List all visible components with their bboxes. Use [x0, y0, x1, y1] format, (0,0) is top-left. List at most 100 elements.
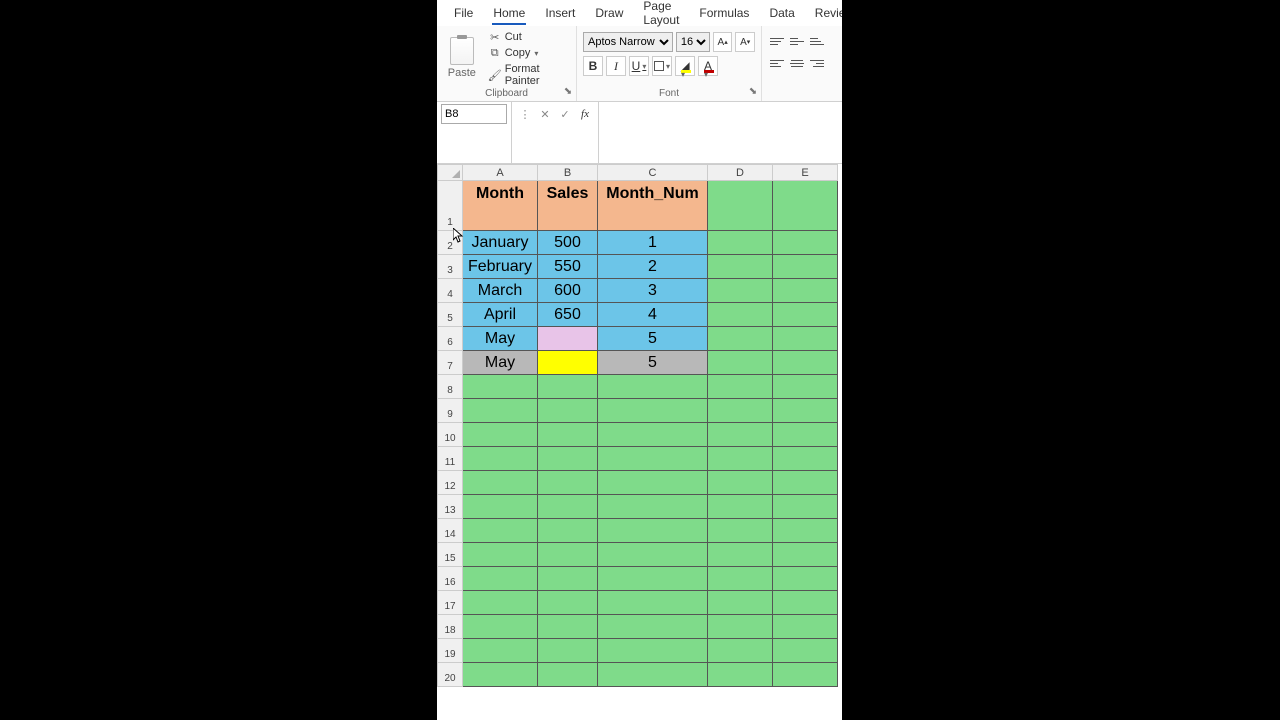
- align-left-button[interactable]: [768, 54, 786, 72]
- row-header-12[interactable]: 12: [438, 471, 463, 495]
- cell-A2[interactable]: January: [463, 231, 538, 255]
- cell-D6[interactable]: [708, 327, 773, 351]
- cell-A19[interactable]: [463, 639, 538, 663]
- tab-home[interactable]: Home: [484, 2, 534, 24]
- cell-C17[interactable]: [598, 591, 708, 615]
- cell-D10[interactable]: [708, 423, 773, 447]
- align-bottom-button[interactable]: [808, 32, 826, 50]
- cell-C16[interactable]: [598, 567, 708, 591]
- cell-D17[interactable]: [708, 591, 773, 615]
- cell-C13[interactable]: [598, 495, 708, 519]
- row-header-13[interactable]: 13: [438, 495, 463, 519]
- cell-B6[interactable]: [538, 327, 598, 351]
- cell-E17[interactable]: [773, 591, 838, 615]
- row-header-6[interactable]: 6: [438, 327, 463, 351]
- row-header-9[interactable]: 9: [438, 399, 463, 423]
- tab-insert[interactable]: Insert: [536, 2, 584, 24]
- cell-D3[interactable]: [708, 255, 773, 279]
- cell-C18[interactable]: [598, 615, 708, 639]
- cell-B13[interactable]: [538, 495, 598, 519]
- align-middle-button[interactable]: [788, 32, 806, 50]
- cell-B18[interactable]: [538, 615, 598, 639]
- row-header-19[interactable]: 19: [438, 639, 463, 663]
- row-header-14[interactable]: 14: [438, 519, 463, 543]
- cell-C14[interactable]: [598, 519, 708, 543]
- cell-E13[interactable]: [773, 495, 838, 519]
- cell-D16[interactable]: [708, 567, 773, 591]
- font-name-select[interactable]: Aptos Narrow: [583, 32, 673, 52]
- cell-A11[interactable]: [463, 447, 538, 471]
- row-header-5[interactable]: 5: [438, 303, 463, 327]
- cell-B12[interactable]: [538, 471, 598, 495]
- tab-formulas[interactable]: Formulas: [690, 2, 758, 24]
- cell-E4[interactable]: [773, 279, 838, 303]
- tab-draw[interactable]: Draw: [586, 2, 632, 24]
- cell-D4[interactable]: [708, 279, 773, 303]
- cell-C6[interactable]: 5: [598, 327, 708, 351]
- cell-B14[interactable]: [538, 519, 598, 543]
- cell-C7[interactable]: 5: [598, 351, 708, 375]
- cell-D8[interactable]: [708, 375, 773, 399]
- column-header-D[interactable]: D: [708, 165, 773, 181]
- cell-D19[interactable]: [708, 639, 773, 663]
- row-header-15[interactable]: 15: [438, 543, 463, 567]
- row-header-7[interactable]: 7: [438, 351, 463, 375]
- cell-C19[interactable]: [598, 639, 708, 663]
- cell-D9[interactable]: [708, 399, 773, 423]
- font-color-button[interactable]: A: [698, 56, 718, 76]
- formula-options-icon[interactable]: ⋮: [516, 105, 534, 123]
- cell-E3[interactable]: [773, 255, 838, 279]
- cell-E5[interactable]: [773, 303, 838, 327]
- cell-A13[interactable]: [463, 495, 538, 519]
- cell-A20[interactable]: [463, 663, 538, 687]
- cell-B11[interactable]: [538, 447, 598, 471]
- tab-review[interactable]: Review: [806, 2, 842, 24]
- cell-A15[interactable]: [463, 543, 538, 567]
- align-top-button[interactable]: [768, 32, 786, 50]
- cell-D7[interactable]: [708, 351, 773, 375]
- name-box[interactable]: [441, 104, 507, 124]
- column-header-A[interactable]: A: [463, 165, 538, 181]
- cell-B20[interactable]: [538, 663, 598, 687]
- tab-data[interactable]: Data: [760, 2, 803, 24]
- cell-C9[interactable]: [598, 399, 708, 423]
- decrease-font-button[interactable]: A▾: [735, 32, 755, 52]
- font-dialog-launcher[interactable]: ⬊: [747, 87, 759, 99]
- cell-A10[interactable]: [463, 423, 538, 447]
- cell-D15[interactable]: [708, 543, 773, 567]
- cell-C20[interactable]: [598, 663, 708, 687]
- fill-color-button[interactable]: ◢: [675, 56, 695, 76]
- column-header-C[interactable]: C: [598, 165, 708, 181]
- cell-B9[interactable]: [538, 399, 598, 423]
- cell-E14[interactable]: [773, 519, 838, 543]
- column-header-B[interactable]: B: [538, 165, 598, 181]
- cell-B19[interactable]: [538, 639, 598, 663]
- row-header-16[interactable]: 16: [438, 567, 463, 591]
- cell-A7[interactable]: May: [463, 351, 538, 375]
- cell-B15[interactable]: [538, 543, 598, 567]
- cell-B3[interactable]: 550: [538, 255, 598, 279]
- row-header-4[interactable]: 4: [438, 279, 463, 303]
- align-right-button[interactable]: [808, 54, 826, 72]
- cell-C10[interactable]: [598, 423, 708, 447]
- cell-D12[interactable]: [708, 471, 773, 495]
- row-header-2[interactable]: 2: [438, 231, 463, 255]
- format-painter-button[interactable]: 🖌 Format Painter: [487, 62, 570, 88]
- increase-font-button[interactable]: A▴: [713, 32, 733, 52]
- cell-E12[interactable]: [773, 471, 838, 495]
- cell-E20[interactable]: [773, 663, 838, 687]
- cell-D18[interactable]: [708, 615, 773, 639]
- paste-button[interactable]: Paste: [443, 28, 481, 88]
- cell-C1[interactable]: Month_Num: [598, 181, 708, 231]
- cell-E16[interactable]: [773, 567, 838, 591]
- cell-D5[interactable]: [708, 303, 773, 327]
- cell-E6[interactable]: [773, 327, 838, 351]
- cell-D11[interactable]: [708, 447, 773, 471]
- cell-C11[interactable]: [598, 447, 708, 471]
- cell-B17[interactable]: [538, 591, 598, 615]
- row-header-8[interactable]: 8: [438, 375, 463, 399]
- cut-button[interactable]: ✂ Cut: [487, 30, 570, 44]
- underline-button[interactable]: U: [629, 56, 649, 76]
- italic-button[interactable]: I: [606, 56, 626, 76]
- row-header-11[interactable]: 11: [438, 447, 463, 471]
